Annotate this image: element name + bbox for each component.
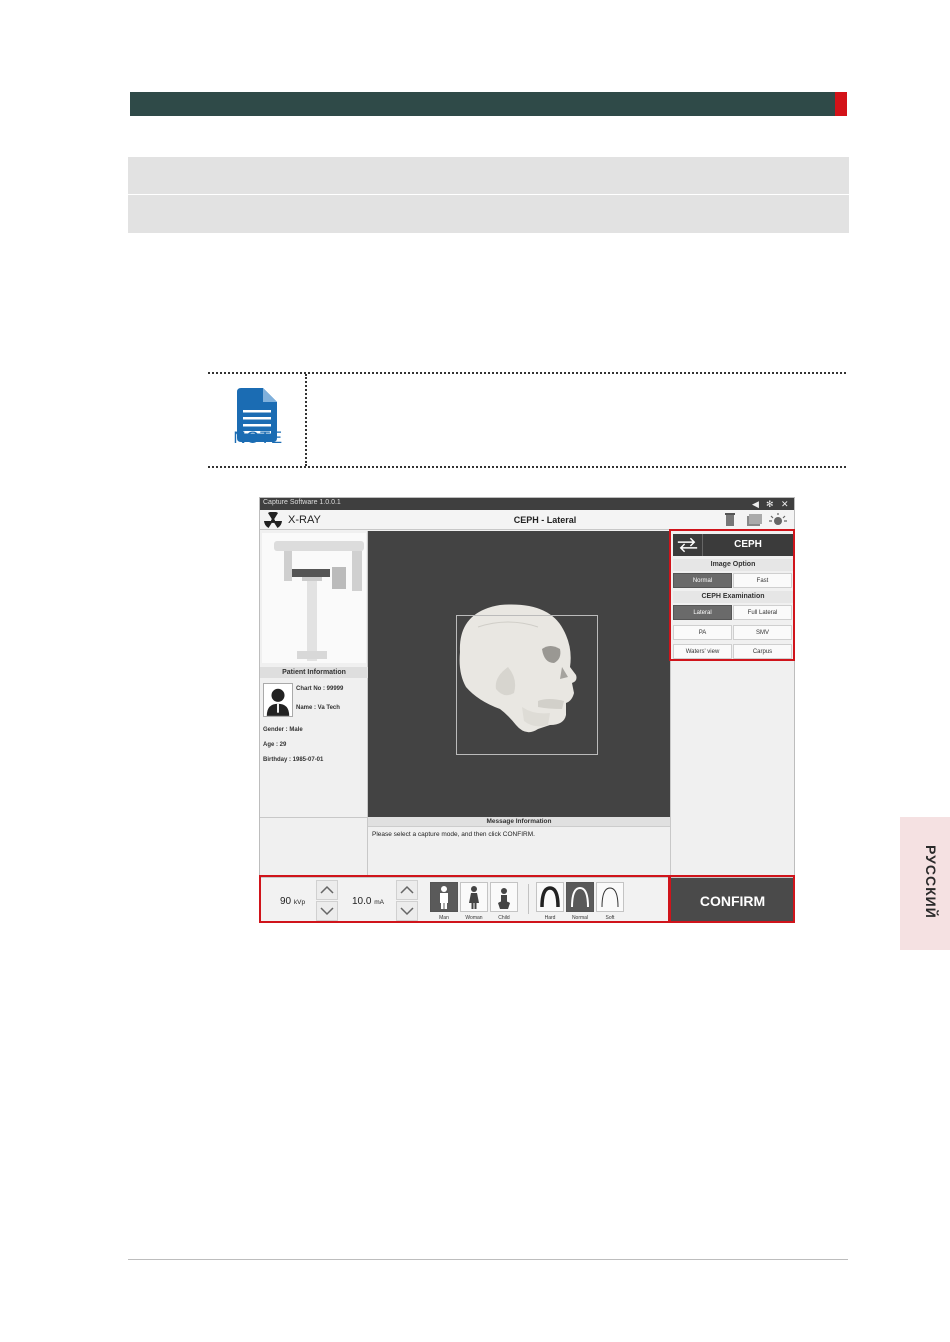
settings-gear-icon[interactable]: ✻ — [766, 498, 774, 510]
patient-gender: Gender : Male — [263, 727, 303, 733]
language-tab: РУССКИЙ — [900, 817, 950, 950]
volume-icon[interactable]: ◀ — [752, 498, 759, 510]
roi-frame[interactable] — [456, 615, 598, 755]
highlight-ceph-options — [669, 529, 795, 661]
trash-icon[interactable] — [720, 513, 740, 527]
patient-avatar-icon — [263, 683, 293, 717]
highlight-confirm — [669, 875, 795, 923]
mode-title: CEPH - Lateral — [513, 515, 577, 525]
footer-rule — [128, 1259, 848, 1260]
xray-label: X-RAY — [288, 514, 321, 526]
patient-birthday: Birthday : 1985-07-01 — [263, 757, 324, 763]
message-text: Please select a capture mode, and then c… — [372, 831, 535, 838]
highlight-exposure-controls — [259, 875, 670, 923]
subtitle-band-1 — [128, 157, 849, 194]
radiation-icon — [264, 512, 282, 528]
left-lower-panel — [260, 817, 368, 877]
close-icon[interactable]: ✕ — [781, 498, 789, 510]
message-panel: Message Information Please select a capt… — [368, 817, 670, 877]
patient-name: Name : Va Tech — [296, 705, 340, 711]
subtitle-band-2 — [128, 195, 849, 233]
image-viewer[interactable] — [368, 531, 670, 817]
section-title-accent — [835, 92, 847, 116]
section-title-bar — [130, 92, 836, 116]
note-box: NOTE — [208, 372, 846, 468]
message-header: Message Information — [368, 817, 670, 827]
app-titlebar: Capture Software 1.0.0.1 ◀ ✻ ✕ — [260, 498, 794, 510]
left-panel: Patient Information Chart No : 99999 Nam… — [260, 531, 368, 817]
note-divider — [305, 374, 307, 466]
note-label: NOTE — [233, 428, 283, 447]
lamp-icon[interactable] — [768, 513, 788, 527]
language-tab-label: РУССКИЙ — [923, 845, 939, 919]
ceph-device-image — [262, 533, 366, 663]
patient-chart-no: Chart No : 99999 — [296, 686, 344, 692]
app-toolbar: X-RAY CEPH - Lateral — [260, 510, 794, 530]
patient-age: Age : 29 — [263, 742, 287, 748]
patient-info-header: Patient Information — [260, 667, 368, 678]
image-stack-icon[interactable] — [744, 513, 764, 527]
app-title: Capture Software 1.0.0.1 — [263, 499, 341, 506]
note-document-icon — [237, 388, 277, 442]
